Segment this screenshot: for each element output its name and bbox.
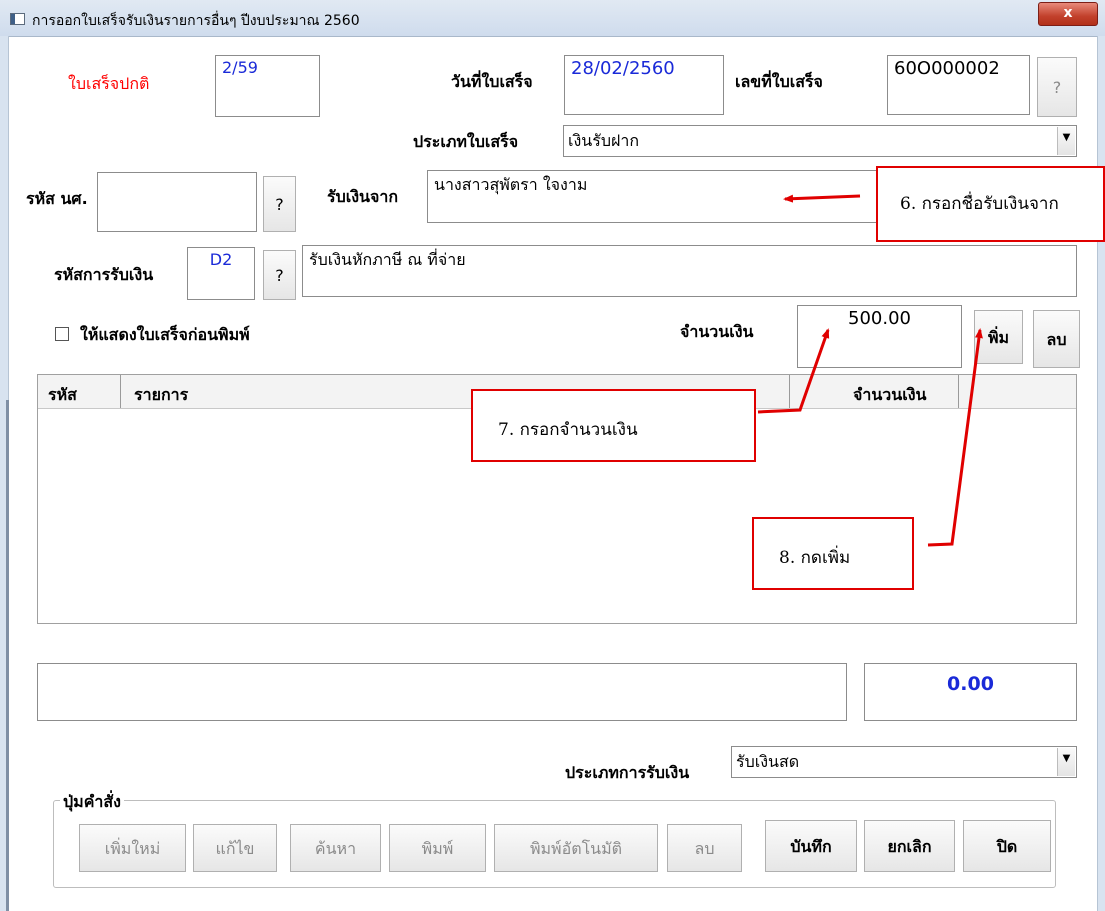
arrow-step7 [757,328,830,414]
arrow-step8 [927,328,983,547]
annotation-arrows [757,194,983,547]
arrow-step6 [783,194,861,203]
